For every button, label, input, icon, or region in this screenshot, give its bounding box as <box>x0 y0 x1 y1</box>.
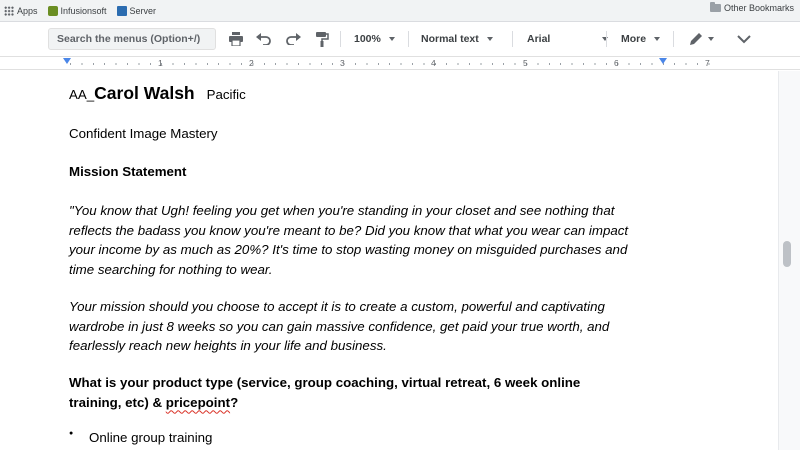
bookmark-apps[interactable]: Apps <box>4 3 38 19</box>
more-button[interactable]: More <box>621 28 661 50</box>
infusionsoft-icon <box>47 5 58 16</box>
chevron-down-icon <box>486 37 493 41</box>
paragraph-line: wardrobe in just 8 weeks so you can gain… <box>69 318 610 334</box>
title-prefix: AA_ <box>69 87 95 102</box>
server-icon <box>116 5 127 16</box>
folder-icon <box>709 2 721 12</box>
ruler-number: 6 <box>614 58 619 68</box>
redo-button[interactable] <box>283 28 303 50</box>
zoom-value: 100% <box>354 33 381 45</box>
spellcheck-word[interactable]: pricepoint <box>166 395 230 410</box>
text-style-value: Normal text <box>421 33 479 45</box>
font-value: Arial <box>527 33 551 45</box>
ruler-number: 3 <box>340 58 345 68</box>
bookmark-server[interactable]: Server <box>116 3 157 19</box>
left-indent-marker[interactable] <box>63 58 71 64</box>
horizontal-ruler[interactable]: 1 2 3 4 5 6 7 <box>0 56 800 70</box>
toolbar-divider <box>340 31 341 47</box>
undo-button[interactable] <box>254 28 274 50</box>
menu-search-input[interactable]: Search the menus (Option+/) <box>48 28 216 50</box>
bullet-list-item: ● Online group training <box>69 430 369 449</box>
paragraph-line: fearlessly reach new heights in your lif… <box>69 338 387 353</box>
ruler-number: 1 <box>158 58 163 68</box>
chevron-down-icon <box>737 35 751 44</box>
toolbar-divider <box>512 31 513 47</box>
apps-grid-icon <box>4 5 14 16</box>
ruler-number: 4 <box>431 58 436 68</box>
editing-mode-button[interactable] <box>687 28 715 50</box>
bookmark-server-label: Server <box>129 5 157 16</box>
zoom-select[interactable]: 100% <box>354 28 395 50</box>
undo-icon <box>256 33 271 45</box>
toolbar-divider <box>606 31 607 47</box>
collapse-toolbar-button[interactable] <box>734 28 754 50</box>
print-icon <box>229 32 243 46</box>
mission-paragraph-1: "You know that Ugh! feeling you get when… <box>69 201 628 279</box>
more-label: More <box>621 33 647 45</box>
document-title-line: AA_Carol Walsh Pacific <box>69 83 246 104</box>
print-button[interactable] <box>226 28 246 50</box>
right-indent-marker[interactable] <box>659 58 667 64</box>
docs-toolbar: Search the menus (Option+/) 100% Normal … <box>0 22 800 55</box>
chevron-down-icon <box>388 37 395 41</box>
paragraph-line: reflects the badass you know you're mean… <box>69 222 629 238</box>
bullet-text: Online group training <box>89 430 213 445</box>
product-question: What is your product type (service, grou… <box>69 373 580 412</box>
bullet-icon: ● <box>69 430 74 437</box>
paint-format-button[interactable] <box>312 28 332 50</box>
other-bookmarks-label: Other Bookmarks <box>723 3 794 13</box>
bookmark-infusionsoft-label: Infusionsoft <box>60 5 107 16</box>
ruler-number: 2 <box>249 58 254 68</box>
paragraph-line: your income by as much as 20%? It's time… <box>69 242 628 257</box>
text-style-select[interactable]: Normal text <box>421 28 493 50</box>
bookmarks-bar: Apps Infusionsoft Server Other Bookmarks <box>0 0 800 22</box>
redo-icon <box>286 33 301 45</box>
toolbar-divider <box>673 31 674 47</box>
mission-paragraph-2: Your mission should you choose to accept… <box>69 297 609 356</box>
bookmark-apps-label: Apps <box>17 5 38 16</box>
paint-format-icon <box>316 32 329 47</box>
paragraph-line: time searching for nothing to wear. <box>69 261 273 277</box>
document-page[interactable]: AA_Carol Walsh Pacific Confident Image Ma… <box>0 71 778 450</box>
chevron-down-icon <box>654 37 661 41</box>
mission-heading: Mission Statement <box>69 164 187 179</box>
question-mark: ? <box>230 394 239 410</box>
chevron-down-icon <box>708 37 714 41</box>
paragraph-line: Your mission should you choose to accept… <box>69 299 605 314</box>
bookmark-infusionsoft[interactable]: Infusionsoft <box>47 3 107 19</box>
scrollbar-thumb[interactable] <box>783 241 791 267</box>
title-name: Carol Walsh <box>94 83 195 103</box>
ruler-number: 5 <box>523 58 528 68</box>
question-text: training, etc) & <box>69 394 166 410</box>
title-region: Pacific <box>206 87 246 102</box>
ruler-number: 7 <box>705 58 710 68</box>
paragraph-line: What is your product type (service, grou… <box>69 375 581 390</box>
paragraph-line: "You know that Ugh! feeling you get when… <box>69 203 615 218</box>
pencil-icon <box>690 33 702 45</box>
paragraph-line: training, etc) & pricepoint? <box>69 393 580 413</box>
vertical-scrollbar[interactable] <box>778 71 800 450</box>
other-bookmarks[interactable]: Other Bookmarks <box>709 2 794 13</box>
toolbar-divider <box>408 31 409 47</box>
font-select[interactable]: Arial <box>527 28 609 50</box>
program-name: Confident Image Mastery <box>69 126 218 141</box>
